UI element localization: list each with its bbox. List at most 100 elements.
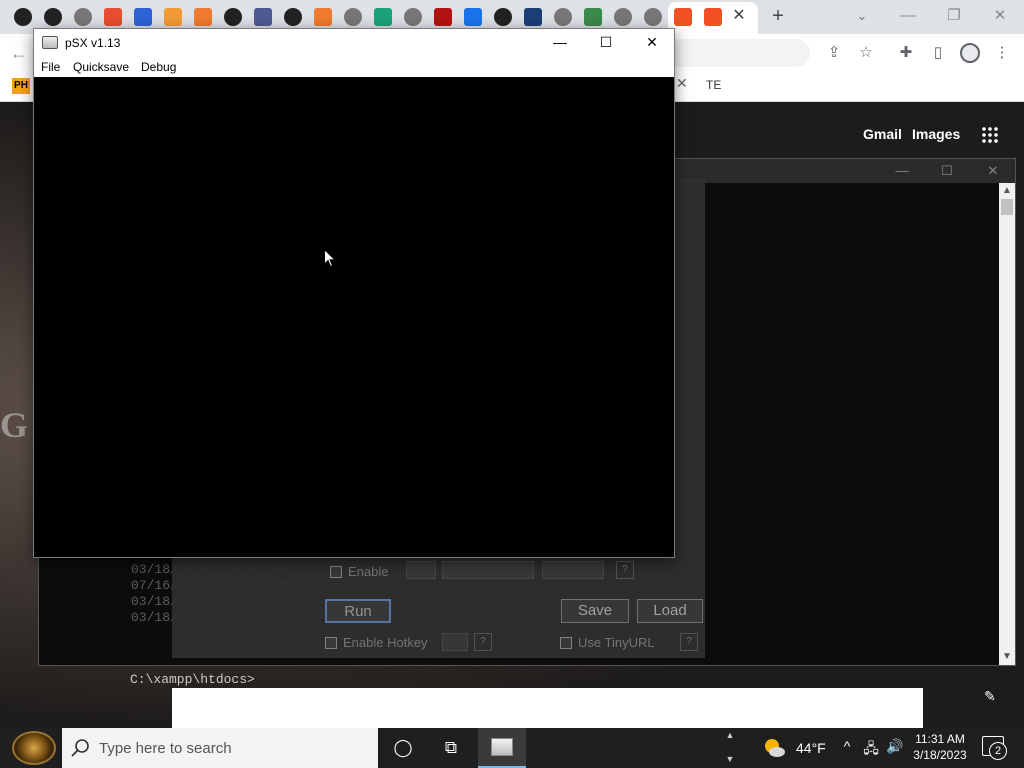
customize-pencil-icon[interactable]: ✎: [984, 688, 996, 705]
console-prompt[interactable]: C:\xampp\htdocs>: [130, 672, 255, 687]
psx-emulator-window: pSX v1.13 — ☐ ✕ File Quicksave Debug: [33, 28, 675, 558]
menu-file[interactable]: File: [41, 60, 60, 74]
psx-app-icon: [491, 738, 513, 756]
chrome-icon[interactable]: [614, 8, 632, 26]
bookmark-star-icon[interactable]: ☆: [856, 43, 876, 63]
more-menu-icon[interactable]: ⋮: [992, 43, 1012, 63]
disabled-field: [406, 561, 436, 579]
enable-checkbox[interactable]: Enable: [330, 564, 388, 579]
console-minimize-button[interactable]: —: [887, 161, 917, 181]
cortana-circle-icon[interactable]: ◯: [379, 728, 427, 768]
google-logo-fragment: G: [0, 405, 29, 445]
chevron-down-icon[interactable]: ▼: [722, 754, 738, 764]
green-app-icon[interactable]: [374, 8, 392, 26]
enable-hotkey-checkbox[interactable]: Enable Hotkey: [325, 635, 428, 650]
scroll-up-arrow-icon[interactable]: ▲: [999, 183, 1015, 199]
scroll-thumb[interactable]: [1001, 199, 1013, 215]
tab-search-chevron-icon[interactable]: ⌄: [852, 6, 872, 26]
help-button[interactable]: ?: [680, 633, 698, 651]
taskbar-search-box[interactable]: Type here to search: [62, 728, 378, 768]
show-hidden-icons-chevron-icon[interactable]: ^: [837, 738, 857, 754]
menu-bar: File Quicksave Debug: [34, 57, 674, 77]
chevron-up-icon[interactable]: ▲: [722, 730, 738, 740]
clock-time[interactable]: 11:31 AM: [912, 732, 968, 746]
clock-date[interactable]: 3/18/2023: [910, 748, 970, 762]
new-tab-button[interactable]: +: [766, 5, 790, 29]
profile-avatar[interactable]: [960, 43, 980, 63]
gmail-link[interactable]: Gmail: [863, 126, 902, 142]
google-apps-icon[interactable]: [981, 126, 999, 144]
disabled-field: [442, 633, 468, 651]
volume-icon[interactable]: 🔊: [885, 738, 905, 755]
browser-restore-button[interactable]: ❐: [932, 3, 976, 29]
console-maximize-button[interactable]: ☐: [932, 161, 962, 181]
tab-close-icon[interactable]: ✕: [729, 6, 749, 26]
network-icon[interactable]: 🖧: [861, 738, 881, 762]
chrome-icon[interactable]: [404, 8, 422, 26]
start-button[interactable]: [12, 731, 56, 765]
bookmark-ph[interactable]: PH: [12, 78, 30, 94]
browser-close-button[interactable]: ✕: [978, 3, 1022, 29]
run-button[interactable]: Run: [325, 599, 391, 623]
git-icon[interactable]: [104, 8, 122, 26]
v-icon[interactable]: [434, 8, 452, 26]
github-icon[interactable]: [224, 8, 242, 26]
taskbar-app-psx[interactable]: [478, 728, 526, 768]
blue-app-icon[interactable]: [134, 8, 152, 26]
php-icon[interactable]: [254, 8, 272, 26]
chrome-icon[interactable]: [554, 8, 572, 26]
use-tinyurl-label: Use TinyURL: [578, 635, 655, 650]
chrome-icon[interactable]: [344, 8, 362, 26]
microsoft-icon[interactable]: [704, 8, 722, 26]
taskbar-scroll-arrows[interactable]: ▲ ▼: [722, 728, 738, 768]
help-button[interactable]: ?: [474, 633, 492, 651]
share-icon[interactable]: ⇪: [824, 43, 844, 63]
snake-icon[interactable]: [584, 8, 602, 26]
book-icon[interactable]: [524, 8, 542, 26]
help-button[interactable]: ?: [616, 561, 634, 579]
psx-titlebar[interactable]: pSX v1.13 — ☐ ✕: [34, 29, 674, 57]
github-icon[interactable]: [284, 8, 302, 26]
psx-app-icon: [42, 36, 58, 49]
save-button[interactable]: Save: [561, 599, 629, 623]
back-arrow-icon[interactable]: ←: [10, 43, 30, 63]
images-link[interactable]: Images: [912, 126, 960, 142]
checkbox-box[interactable]: [325, 637, 337, 649]
search-placeholder: Type here to search: [99, 740, 232, 757]
browser-minimize-button[interactable]: —: [886, 3, 930, 29]
console-close-button[interactable]: ✕: [978, 161, 1008, 181]
download-icon[interactable]: [464, 8, 482, 26]
xampp-icon[interactable]: [314, 8, 332, 26]
xampp-icon[interactable]: [194, 8, 212, 26]
task-view-icon[interactable]: ⧉: [427, 728, 475, 768]
close-button[interactable]: ✕: [629, 29, 675, 57]
weather-temperature[interactable]: 44°F: [796, 740, 826, 756]
weather-partly-sunny-icon[interactable]: [762, 736, 786, 760]
bookmark-te[interactable]: TE: [706, 78, 721, 92]
menu-debug[interactable]: Debug: [141, 60, 176, 74]
scroll-down-arrow-icon[interactable]: ▼: [999, 649, 1015, 665]
microsoft-icon[interactable]: [674, 8, 692, 26]
github-icon[interactable]: [14, 8, 32, 26]
orange-app-icon[interactable]: [164, 8, 182, 26]
extensions-icon[interactable]: ✚: [896, 43, 916, 63]
github-icon[interactable]: [494, 8, 512, 26]
side-panel-icon[interactable]: ▯: [928, 43, 948, 63]
checkbox-box[interactable]: [560, 637, 572, 649]
load-button[interactable]: Load: [637, 599, 703, 623]
minimize-button[interactable]: —: [537, 29, 583, 57]
bookmark-close-icon[interactable]: ✕: [676, 75, 688, 92]
emulator-display[interactable]: [34, 77, 674, 557]
menu-quicksave[interactable]: Quicksave: [73, 60, 129, 74]
google-footer-strip: [172, 688, 923, 728]
maximize-button[interactable]: ☐: [583, 29, 629, 57]
chrome-icon[interactable]: [74, 8, 92, 26]
window-title: pSX v1.13: [65, 36, 121, 50]
search-icon: [71, 739, 89, 757]
use-tinyurl-checkbox[interactable]: Use TinyURL: [560, 635, 655, 650]
console-scrollbar[interactable]: ▲ ▼: [999, 183, 1015, 665]
chrome-icon[interactable]: [644, 8, 662, 26]
notification-count-badge: 2: [989, 742, 1007, 760]
checkbox-box[interactable]: [330, 566, 342, 578]
github-icon[interactable]: [44, 8, 62, 26]
